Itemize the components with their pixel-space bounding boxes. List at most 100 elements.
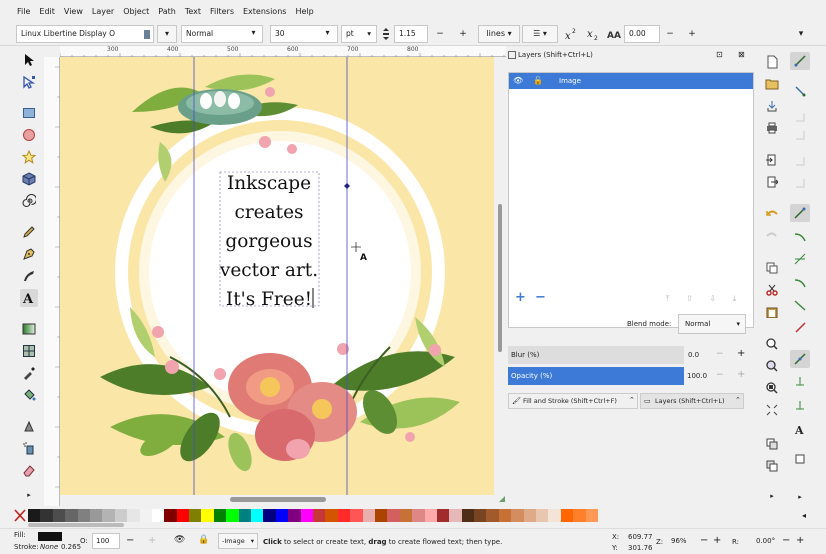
letter-spacing-input[interactable]: 0.00	[624, 25, 660, 43]
canvas-text-line[interactable]: gorgeous	[225, 231, 312, 252]
snap-text-baseline-icon[interactable]: A	[790, 420, 810, 438]
clone-icon[interactable]	[764, 458, 780, 474]
panel-menu-icon[interactable]: ⊡	[716, 50, 723, 59]
letter-spacing-increase-button[interactable]: +	[684, 25, 700, 43]
eraser-tool[interactable]	[20, 461, 38, 479]
snap-others-icon[interactable]	[790, 350, 810, 368]
color-swatch[interactable]	[40, 509, 53, 522]
color-swatch[interactable]	[474, 509, 487, 522]
color-swatch[interactable]	[263, 509, 276, 522]
zoom-drawing-icon[interactable]	[764, 358, 780, 374]
snap-more-button[interactable]: ▸	[790, 488, 810, 506]
dropper-tool[interactable]	[20, 364, 38, 382]
stroke-value[interactable]: None	[40, 543, 58, 551]
color-swatch[interactable]	[226, 509, 239, 522]
menu-layer[interactable]: Layer	[92, 7, 114, 16]
snap-paths-icon[interactable]	[790, 228, 810, 246]
blend-mode-select[interactable]: Normal ▾	[678, 314, 746, 334]
color-swatch[interactable]	[412, 509, 425, 522]
pen-tool[interactable]	[20, 245, 38, 263]
font-size-dropdown[interactable]: ▾	[318, 25, 337, 43]
tab-fill-and-stroke[interactable]: 🖌 Fill and Stroke (Shift+Ctrl+F) ⌃	[508, 393, 638, 409]
spacing-mode-select[interactable]: lines ▾	[478, 25, 520, 43]
color-swatch[interactable]	[65, 509, 78, 522]
eye-icon[interactable]: 👁	[513, 76, 523, 85]
opacity-value[interactable]: 100.0	[687, 372, 707, 380]
color-swatch[interactable]	[560, 509, 574, 522]
snap-bbox-midpoint-icon[interactable]	[790, 152, 810, 170]
color-swatch[interactable]	[176, 509, 190, 522]
color-swatch[interactable]	[350, 509, 363, 522]
snap-toggle-icon[interactable]	[790, 52, 810, 70]
snap-cusp-icon[interactable]	[790, 274, 810, 292]
font-family-dropdown[interactable]: ▾	[157, 25, 177, 43]
spray-tool[interactable]	[20, 439, 38, 457]
redo-icon[interactable]	[764, 228, 780, 244]
move-down-icon[interactable]: ⇩	[709, 294, 716, 303]
star-tool[interactable]	[20, 148, 38, 166]
fill-indicator[interactable]	[38, 532, 62, 541]
menu-extensions[interactable]: Extensions	[243, 7, 286, 16]
add-layer-button[interactable]: +	[515, 290, 526, 305]
save-icon[interactable]	[764, 98, 780, 114]
color-swatch[interactable]	[486, 509, 499, 522]
color-swatch[interactable]	[312, 509, 326, 522]
box3d-tool[interactable]	[20, 170, 38, 188]
color-swatch[interactable]	[275, 509, 289, 522]
export-icon[interactable]	[764, 174, 780, 190]
color-swatch[interactable]	[127, 509, 140, 522]
color-swatch[interactable]	[300, 509, 313, 522]
move-bottom-icon[interactable]: ⤓	[733, 294, 737, 303]
color-swatch[interactable]	[325, 509, 338, 522]
zoom-input[interactable]: 96%	[671, 533, 697, 549]
layer-name[interactable]: Image	[559, 77, 581, 85]
snap-intersection-icon[interactable]	[790, 250, 810, 268]
move-top-icon[interactable]: ⤒	[666, 294, 670, 303]
spiral-tool[interactable]	[20, 192, 38, 210]
color-swatch[interactable]	[201, 509, 214, 522]
menu-edit[interactable]: Edit	[39, 7, 55, 16]
line-spacing-input[interactable]: 1.15	[394, 25, 428, 43]
paint-bucket-tool[interactable]	[20, 386, 38, 404]
rectangle-tool[interactable]	[20, 104, 38, 122]
color-swatch[interactable]	[139, 509, 152, 522]
menu-filters[interactable]: Filters	[210, 7, 234, 16]
gradient-tool[interactable]	[20, 320, 38, 338]
color-swatch[interactable]	[288, 509, 301, 522]
canvas-text-line[interactable]: vector art.	[219, 260, 318, 281]
line-spacing-decrease-button[interactable]: −	[432, 25, 448, 43]
menu-file[interactable]: File	[17, 7, 30, 16]
ellipse-tool[interactable]	[20, 126, 38, 144]
blur-slider[interactable]: Blur (%)	[508, 346, 684, 364]
menu-view[interactable]: View	[64, 7, 83, 16]
zoom-increase-button[interactable]: +	[713, 535, 721, 546]
unit-select[interactable]: pt ▾	[341, 25, 377, 43]
color-swatch[interactable]	[523, 509, 537, 522]
opacity-input[interactable]: 100	[92, 533, 120, 549]
copy-icon[interactable]	[764, 260, 780, 276]
snap-bbox-edge-icon[interactable]	[790, 108, 810, 126]
snap-rotation-center-icon[interactable]	[790, 396, 810, 414]
commands-more-button[interactable]: ▸	[764, 488, 780, 504]
superscript-icon[interactable]: x2	[564, 27, 580, 41]
font-family-input[interactable]: Linux Libertine Display O	[16, 25, 154, 43]
zoom-fit-icon[interactable]	[764, 402, 780, 418]
color-swatch[interactable]	[498, 509, 512, 522]
snap-bbox-center-icon[interactable]	[790, 174, 810, 192]
color-swatch[interactable]	[461, 509, 475, 522]
import-icon[interactable]	[764, 152, 780, 168]
stroke-width-value[interactable]: 0.265	[61, 543, 81, 551]
rotate-increase-button[interactable]: +	[796, 535, 804, 546]
zoom-selection-icon[interactable]	[764, 336, 780, 352]
cut-icon[interactable]	[764, 282, 780, 298]
panel-close-icon[interactable]: ⊠	[738, 50, 745, 59]
opacity-decrease-button[interactable]: −	[716, 370, 724, 380]
snap-midpoint-icon[interactable]	[790, 318, 810, 336]
opacity-slider[interactable]: Opacity (%)	[508, 367, 684, 385]
rotate-decrease-button[interactable]: −	[782, 535, 790, 546]
color-swatch[interactable]	[387, 509, 400, 522]
menu-object[interactable]: Object	[123, 7, 149, 16]
scroll-thumb[interactable]	[230, 497, 326, 502]
horizontal-scrollbar[interactable]	[60, 495, 505, 506]
letter-spacing-decrease-button[interactable]: −	[662, 25, 678, 43]
